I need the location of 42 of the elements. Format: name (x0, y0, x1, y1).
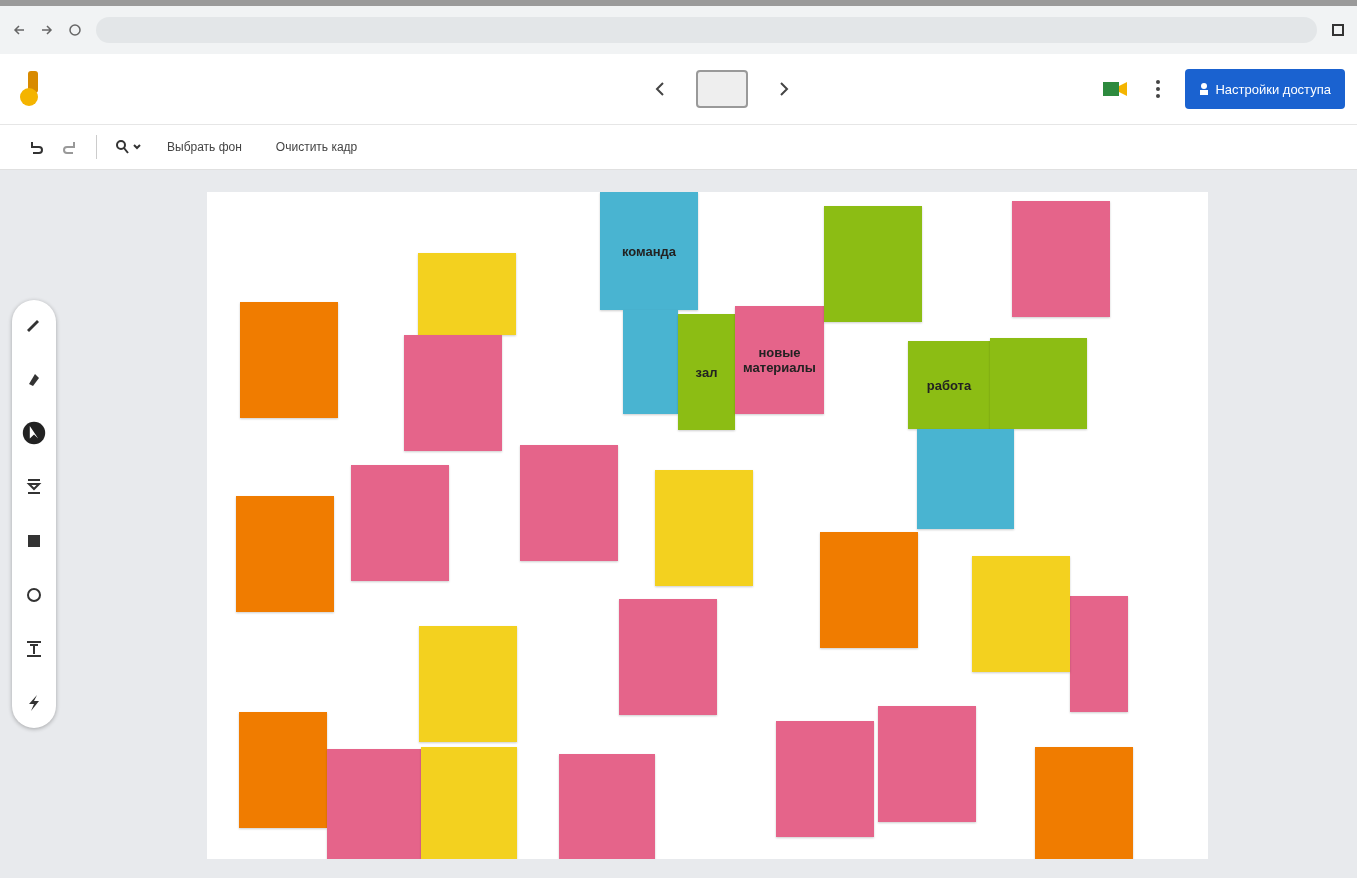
sticky-note[interactable]: работа (908, 341, 990, 429)
toolbar-button[interactable]: Очистить кадр (267, 136, 366, 158)
sticky-note[interactable] (990, 338, 1087, 429)
sticky-note[interactable] (917, 429, 1014, 529)
sticky-note[interactable] (878, 706, 976, 822)
sticky-note[interactable]: команда (600, 192, 698, 310)
redo-icon[interactable] (62, 139, 78, 155)
sticky-note[interactable] (421, 747, 517, 859)
sticky-note[interactable] (655, 470, 753, 586)
sticky-note[interactable] (236, 496, 334, 612)
forward-icon[interactable] (40, 23, 54, 37)
undo-icon[interactable] (28, 139, 44, 155)
more-icon[interactable] (1155, 79, 1162, 99)
sticky-note[interactable] (351, 465, 449, 581)
share-button[interactable]: Настройки доступа (1185, 69, 1345, 109)
sticky-note[interactable] (559, 754, 655, 859)
sticky-note[interactable] (972, 556, 1070, 672)
sticky-note[interactable] (623, 310, 678, 414)
sticky-note[interactable] (776, 721, 874, 837)
sticky-note[interactable] (619, 599, 717, 715)
previous-icon[interactable] (653, 81, 666, 97)
sticky-note[interactable] (1012, 201, 1110, 317)
person-icon (1199, 82, 1210, 96)
sticky-note[interactable] (404, 335, 502, 451)
sticky-note[interactable] (824, 206, 922, 322)
sticky-note[interactable] (520, 445, 618, 561)
reload-icon[interactable] (68, 23, 82, 37)
sticky-note[interactable] (1035, 747, 1133, 859)
back-icon[interactable] (12, 23, 26, 37)
sticky-note[interactable] (419, 626, 517, 742)
sticky-note[interactable]: зал (678, 314, 735, 430)
sticky-note[interactable] (327, 749, 421, 859)
sticky-note[interactable] (418, 253, 516, 335)
sticky-note[interactable] (820, 532, 918, 648)
sticky-note[interactable] (240, 302, 338, 418)
next-icon[interactable] (777, 81, 790, 97)
zoom-icon[interactable] (115, 139, 141, 155)
sticky-note[interactable] (1070, 596, 1128, 712)
sticky-note[interactable] (239, 712, 327, 828)
sticky-note[interactable]: новые материалы (735, 306, 824, 414)
toolbar-button[interactable]: Выбрать фон (159, 136, 250, 158)
frame-thumbnail[interactable] (695, 70, 748, 108)
